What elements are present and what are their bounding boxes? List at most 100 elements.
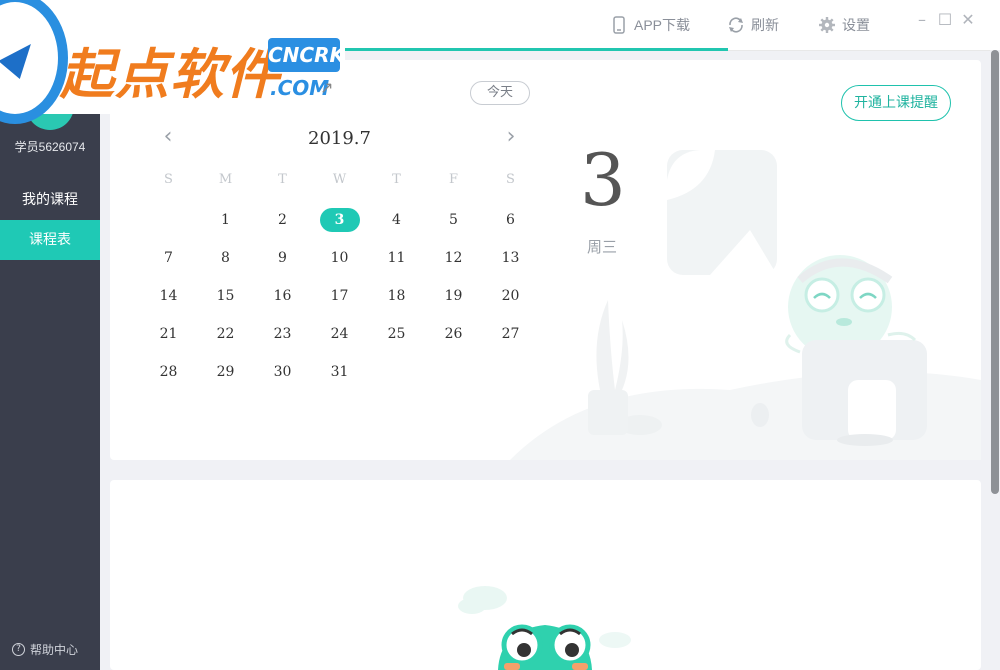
weekday-label: S bbox=[164, 172, 173, 187]
calendar-day-number: 20 bbox=[501, 288, 520, 304]
weekday-label: T bbox=[392, 172, 401, 187]
calendar-day[interactable]: 14 bbox=[140, 284, 197, 308]
help-icon: ? bbox=[12, 643, 25, 656]
calendar-day-number: 19 bbox=[444, 288, 463, 304]
calendar-day[interactable]: 18 bbox=[368, 284, 425, 308]
calendar-day[interactable]: 28 bbox=[140, 360, 197, 384]
calendar-day-number: 18 bbox=[387, 288, 406, 304]
calendar-day-number: 29 bbox=[216, 364, 235, 380]
app-download-label: APP下载 bbox=[634, 17, 691, 33]
calendar-day-number: 7 bbox=[164, 250, 173, 266]
username: 学员5626074 bbox=[14, 140, 86, 154]
calendar-day[interactable]: 8 bbox=[197, 246, 254, 270]
calendar-day[interactable]: 27 bbox=[482, 322, 539, 346]
calendar-day[interactable]: 12 bbox=[425, 246, 482, 270]
calendar-day[interactable]: 30 bbox=[254, 360, 311, 384]
sidebar: 学员5626074 我的课程 课程表 ? 帮助中心 bbox=[0, 50, 100, 670]
calendar-day-number: 24 bbox=[330, 326, 349, 342]
calendar-day[interactable]: 17 bbox=[311, 284, 368, 308]
calendar-day-number: 16 bbox=[273, 288, 292, 304]
close-button[interactable]: ✕ bbox=[958, 10, 978, 30]
calendar-day-number: 6 bbox=[506, 212, 515, 228]
gear-icon bbox=[819, 17, 835, 33]
calendar-month-title: 2019.7 bbox=[308, 128, 371, 149]
calendar-day[interactable]: 19 bbox=[425, 284, 482, 308]
empty-state-frog-illustration bbox=[458, 586, 631, 670]
settings-button[interactable]: 设置 bbox=[818, 12, 870, 38]
calendar-day-number: 28 bbox=[159, 364, 178, 380]
calendar-day[interactable]: 26 bbox=[425, 322, 482, 346]
calendar-day[interactable]: 5 bbox=[425, 208, 482, 232]
calendar-day-number: 30 bbox=[273, 364, 292, 380]
minimize-button[interactable]: – bbox=[912, 10, 932, 30]
scrollbar-thumb[interactable] bbox=[991, 50, 999, 494]
loading-progress-bar bbox=[340, 48, 728, 51]
calendar-day[interactable]: 24 bbox=[311, 322, 368, 346]
logo-badge: CNCRK bbox=[268, 38, 345, 72]
calendar-day-selected[interactable]: 3 bbox=[311, 208, 368, 232]
vertical-scrollbar[interactable] bbox=[990, 50, 1000, 670]
calendar-day-number: 1 bbox=[221, 212, 230, 228]
sidebar-item-schedule[interactable]: 课程表 bbox=[0, 220, 100, 260]
calendar-day-number: 22 bbox=[216, 326, 235, 342]
calendar-day[interactable]: 11 bbox=[368, 246, 425, 270]
calendar-day[interactable]: 10 bbox=[311, 246, 368, 270]
help-center-link[interactable]: ? 帮助中心 bbox=[12, 641, 78, 658]
calendar-day[interactable]: 29 bbox=[197, 360, 254, 384]
calendar-day[interactable]: 16 bbox=[254, 284, 311, 308]
calendar-day[interactable]: 22 bbox=[197, 322, 254, 346]
maximize-button[interactable]: ☐ bbox=[935, 10, 955, 30]
weekday-label: S bbox=[506, 172, 515, 187]
calendar-day-number: 9 bbox=[278, 250, 287, 266]
weekday-label: F bbox=[448, 172, 459, 187]
calendar-day[interactable]: 21 bbox=[140, 322, 197, 346]
sidebar-item-my-courses[interactable]: 我的课程 bbox=[0, 180, 100, 220]
selected-date-number: 3 bbox=[580, 138, 626, 222]
calendar-day-number: 26 bbox=[444, 326, 463, 342]
next-month-chevron-icon[interactable]: › bbox=[501, 126, 521, 152]
today-button[interactable]: 今天 bbox=[470, 81, 530, 105]
calendar-day-number: 23 bbox=[273, 326, 292, 342]
calendar-day-number: 4 bbox=[392, 212, 401, 228]
calendar-day-number: 25 bbox=[387, 326, 406, 342]
calendar-day-number: 3 bbox=[319, 208, 360, 232]
calendar-day[interactable]: 4 bbox=[368, 208, 425, 232]
help-center-label: 帮助中心 bbox=[30, 643, 79, 657]
calendar-day[interactable]: 2 bbox=[254, 208, 311, 232]
refresh-button[interactable]: 刷新 bbox=[727, 12, 779, 38]
calendar-day[interactable]: 20 bbox=[482, 284, 539, 308]
phone-icon bbox=[613, 16, 625, 34]
weekday-label: M bbox=[218, 172, 233, 187]
calendar-day[interactable]: 25 bbox=[368, 322, 425, 346]
calendar-day-number: 17 bbox=[330, 288, 349, 304]
calendar-day[interactable]: 6 bbox=[482, 208, 539, 232]
calendar-day-number: 14 bbox=[159, 288, 178, 304]
calendar-day-number: 10 bbox=[330, 250, 349, 266]
calendar-day[interactable]: 31 bbox=[311, 360, 368, 384]
calendar-header: ‹ 2019.7 › bbox=[158, 126, 518, 152]
calendar-day-number: 11 bbox=[387, 250, 406, 266]
logo-arrow-mark-icon: ↗ bbox=[320, 78, 334, 97]
calendar-day-number: 12 bbox=[444, 250, 463, 266]
weekday-label: T bbox=[278, 172, 287, 187]
weekday-label: W bbox=[332, 172, 347, 187]
calendar-day-number: 27 bbox=[501, 326, 520, 342]
settings-label: 设置 bbox=[842, 17, 870, 33]
app-download-button[interactable]: APP下载 bbox=[610, 12, 690, 38]
calendar-day[interactable]: 13 bbox=[482, 246, 539, 270]
calendar-day-number: 2 bbox=[278, 212, 287, 228]
calendar-day-number: 21 bbox=[159, 326, 178, 342]
course-list-card bbox=[110, 480, 981, 670]
calendar-day[interactable]: 23 bbox=[254, 322, 311, 346]
calendar-day-number: 15 bbox=[216, 288, 235, 304]
calendar-day[interactable]: 7 bbox=[140, 246, 197, 270]
calendar-card: 今天 开通上课提醒 ‹ 2019.7 › SMTWTFS 1 2 3 4 5 6 7 8 9 10… bbox=[110, 60, 981, 460]
calendar-day[interactable]: 15 bbox=[197, 284, 254, 308]
enable-class-reminder-button[interactable]: 开通上课提醒 bbox=[841, 85, 951, 121]
calendar-day[interactable]: 9 bbox=[254, 246, 311, 270]
calendar-day-number: 13 bbox=[501, 250, 520, 266]
calendar-day[interactable]: 1 bbox=[197, 208, 254, 232]
calendar-day-number: 31 bbox=[330, 364, 349, 380]
calendar-day-number: 5 bbox=[449, 212, 458, 228]
selected-date-weekday: 周三 bbox=[586, 238, 617, 256]
